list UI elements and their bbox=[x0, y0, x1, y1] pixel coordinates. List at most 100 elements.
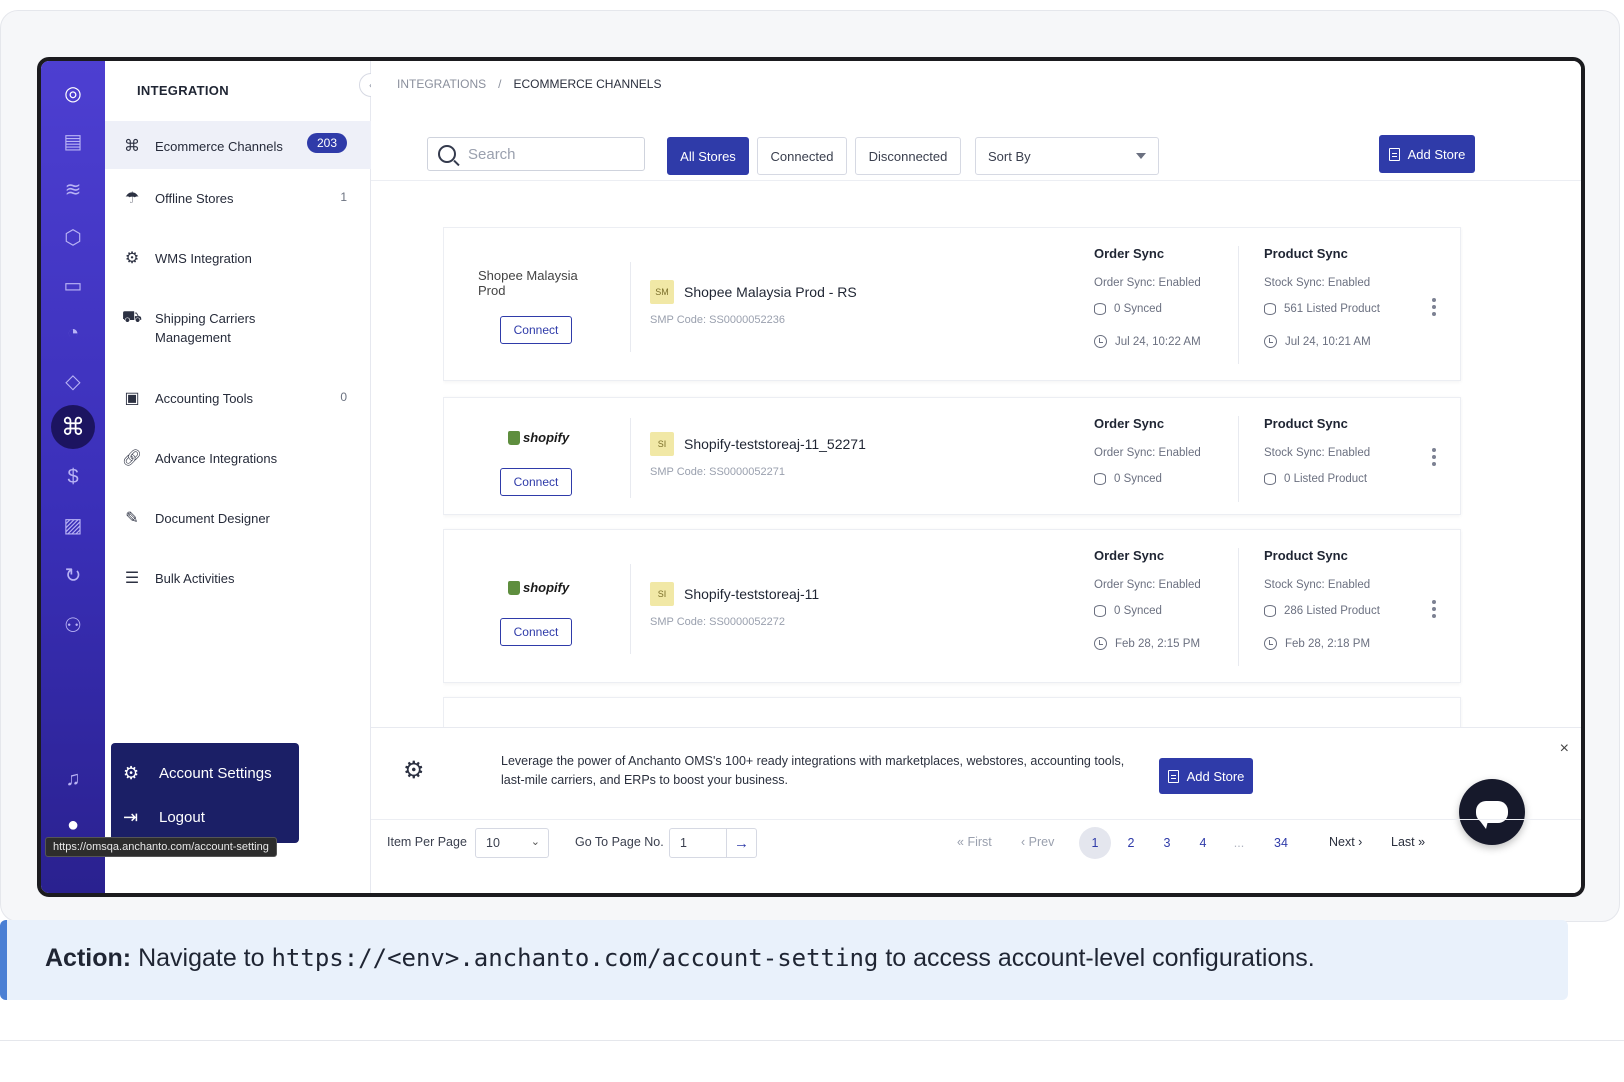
store-card bbox=[443, 697, 1461, 727]
shopify-logo: shopify bbox=[508, 580, 569, 595]
truck-icon: ⛟ bbox=[121, 309, 143, 326]
filter-disconnected-button[interactable]: Disconnected bbox=[855, 137, 961, 175]
dashboard-icon[interactable]: ▤ bbox=[55, 123, 91, 159]
connect-button[interactable]: Connect bbox=[500, 618, 572, 646]
sort-by-label: Sort By bbox=[988, 148, 1031, 164]
page-button[interactable]: 34 bbox=[1265, 827, 1297, 859]
store-code: SMP Code: SS0000052271 bbox=[650, 466, 785, 478]
filter-connected-button[interactable]: Connected bbox=[757, 137, 847, 175]
search-placeholder: Search bbox=[468, 145, 516, 163]
store-name[interactable]: Shopify-teststoreaj-11 bbox=[684, 586, 819, 602]
divider bbox=[630, 564, 631, 654]
image-icon[interactable]: ▨ bbox=[55, 507, 91, 543]
last-page-button[interactable]: Last » bbox=[1391, 835, 1425, 849]
order-sync-count: 0 Synced bbox=[1114, 473, 1162, 485]
count-label: 0 bbox=[340, 390, 347, 404]
document-icon bbox=[1167, 769, 1179, 783]
store-name[interactable]: Shopify-teststoreaj-11_52271 bbox=[684, 436, 866, 452]
store-initials-badge: SM bbox=[650, 280, 674, 304]
store-logo: Shopee Malaysia Prod bbox=[478, 268, 578, 298]
order-sync-status: Order Sync: Enabled bbox=[1094, 277, 1201, 289]
page-button[interactable]: 1 bbox=[1079, 827, 1111, 859]
breadcrumb: INTEGRATIONS / ECOMMERCE CHANNELS bbox=[397, 77, 662, 91]
order-sync-panel: Order Sync Order Sync: Enabled 0 Synced … bbox=[1094, 246, 1201, 348]
tag-icon[interactable]: ◇ bbox=[55, 363, 91, 399]
users-icon[interactable]: ⚇ bbox=[55, 607, 91, 643]
items-per-page-select[interactable]: 10 ⌄ bbox=[475, 828, 549, 858]
close-icon[interactable]: × bbox=[1560, 740, 1569, 758]
sync-icon[interactable]: ↻ bbox=[55, 557, 91, 593]
logo-icon[interactable]: ◎ bbox=[55, 75, 91, 111]
account-settings-label: Account Settings bbox=[159, 765, 272, 782]
tablet-icon[interactable]: ▭ bbox=[55, 267, 91, 303]
page-button[interactable]: 4 bbox=[1187, 827, 1219, 859]
chevron-down-icon: ⌄ bbox=[530, 836, 540, 848]
store-list: Shopee Malaysia Prod Connect SM Shopee M… bbox=[443, 227, 1463, 727]
breadcrumb-root[interactable]: INTEGRATIONS bbox=[397, 77, 486, 91]
order-sync-status: Order Sync: Enabled bbox=[1094, 579, 1201, 591]
integration-chip-icon: ⚙ bbox=[403, 757, 425, 784]
count-label: 1 bbox=[340, 190, 347, 204]
connect-button[interactable]: Connect bbox=[500, 468, 572, 496]
layers-icon[interactable]: ≋ bbox=[55, 171, 91, 207]
product-sync-title: Product Sync bbox=[1264, 416, 1348, 431]
connect-button[interactable]: Connect bbox=[500, 316, 572, 344]
sidebar-item-ecommerce-channels[interactable]: ⌘ Ecommerce Channels 203 bbox=[105, 121, 371, 169]
last-label: Last bbox=[1391, 835, 1415, 849]
box-icon[interactable]: ⬡ bbox=[55, 219, 91, 255]
link-icon: 🔗︎ bbox=[121, 450, 143, 467]
sidebar-item-label: Bulk Activities bbox=[155, 571, 235, 586]
page-button[interactable]: 3 bbox=[1151, 827, 1183, 859]
database-icon bbox=[1264, 473, 1276, 485]
sidebar-item-accounting-tools[interactable]: ▣ Accounting Tools 0 bbox=[105, 387, 371, 435]
bell-icon[interactable]: ♫ bbox=[55, 761, 91, 797]
sidebar-item-bulk-activities[interactable]: ☰ Bulk Activities bbox=[105, 567, 371, 615]
sort-by-select[interactable]: Sort By bbox=[975, 137, 1159, 175]
icon-rail: ◎ ▤ ≋ ⬡ ▭ ◔ ◇ ⌘ $ ▨ ↻ ⚇ ♫ ● bbox=[41, 61, 105, 893]
store-name[interactable]: Shopee Malaysia Prod - RS bbox=[684, 284, 857, 300]
command-icon: ⌘ bbox=[124, 138, 140, 155]
goto-page-input[interactable]: 1 → bbox=[669, 828, 757, 858]
account-settings-menu-item[interactable]: ⚙ Account Settings bbox=[123, 763, 272, 784]
sidebar-item-offline-stores[interactable]: ☂ Offline Stores 1 bbox=[105, 187, 371, 235]
sidebar-item-wms-integration[interactable]: ⚙ WMS Integration bbox=[105, 247, 371, 295]
more-options-icon[interactable] bbox=[1432, 600, 1438, 618]
clock-icon bbox=[1264, 637, 1277, 650]
logout-menu-item[interactable]: ⇥ Logout bbox=[123, 807, 205, 828]
banner-add-store-button[interactable]: Add Store bbox=[1159, 758, 1253, 794]
shopify-bag-icon bbox=[508, 580, 520, 595]
next-page-button[interactable]: Next › bbox=[1329, 835, 1362, 849]
items-per-page-value: 10 bbox=[486, 836, 500, 850]
order-sync-status: Order Sync: Enabled bbox=[1094, 447, 1201, 459]
sidebar-item-shipping-carriers[interactable]: ⛟ Shipping Carriers Management bbox=[105, 307, 371, 355]
order-sync-title: Order Sync bbox=[1094, 548, 1165, 563]
more-options-icon[interactable] bbox=[1432, 448, 1438, 466]
database-icon bbox=[1094, 605, 1106, 617]
more-options-icon[interactable] bbox=[1432, 298, 1438, 316]
divider bbox=[630, 418, 631, 498]
add-store-button[interactable]: Add Store bbox=[1379, 135, 1475, 173]
product-sync-count: 561 Listed Product bbox=[1284, 303, 1380, 315]
promo-banner: ⚙ Leverage the power of Anchanto OMS's 1… bbox=[371, 727, 1581, 815]
product-sync-time: Feb 28, 2:18 PM bbox=[1285, 637, 1371, 650]
page-button[interactable]: 2 bbox=[1115, 827, 1147, 859]
clock-icon bbox=[1264, 335, 1277, 348]
database-icon bbox=[1094, 473, 1106, 485]
first-page-button[interactable]: « First bbox=[957, 835, 992, 849]
filter-all-stores-button[interactable]: All Stores bbox=[667, 137, 749, 175]
arrow-right-icon[interactable]: → bbox=[726, 829, 756, 857]
prev-page-button[interactable]: ‹ Prev bbox=[1021, 835, 1054, 849]
product-sync-status: Stock Sync: Enabled bbox=[1264, 277, 1371, 289]
sidebar-item-advance-integrations[interactable]: 🔗︎ Advance Integrations bbox=[105, 447, 371, 495]
command-icon[interactable]: ⌘ bbox=[51, 405, 95, 449]
currency-icon[interactable]: $ bbox=[55, 459, 91, 495]
chart-pie-icon[interactable]: ◔ bbox=[55, 315, 91, 351]
search-input[interactable]: Search bbox=[427, 137, 645, 171]
sidebar-item-label: Shipping Carriers Management bbox=[155, 311, 256, 345]
sidebar-item-label: Offline Stores bbox=[155, 191, 234, 206]
store-card: shopify Connect SI Shopify-teststoreaj-1… bbox=[443, 529, 1461, 683]
sidebar-item-document-designer[interactable]: ✎ Document Designer bbox=[105, 507, 371, 555]
action-callout: Action: Navigate to https://<env>.anchan… bbox=[0, 920, 1568, 1000]
divider bbox=[1238, 548, 1239, 666]
product-sync-title: Product Sync bbox=[1264, 246, 1348, 261]
